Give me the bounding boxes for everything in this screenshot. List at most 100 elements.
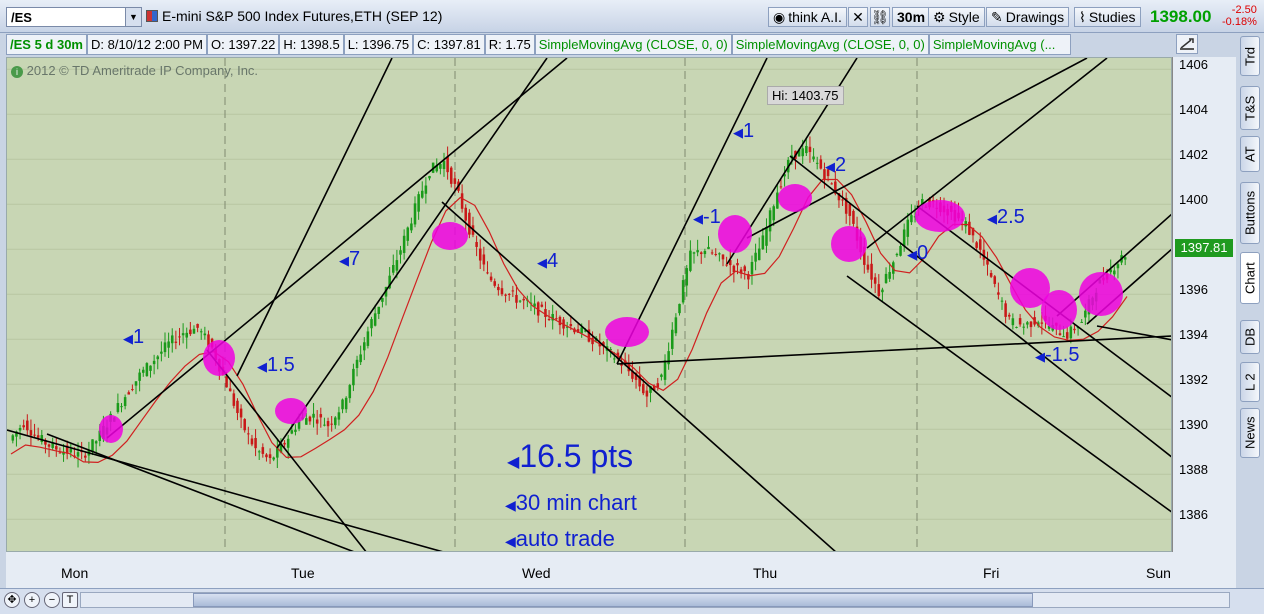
candle-body	[1000, 300, 1004, 302]
candle-body	[725, 264, 728, 266]
x-tick-label: Mon	[61, 565, 89, 581]
candle-body	[94, 441, 98, 444]
candle-body	[468, 212, 471, 235]
time-scrollbar[interactable]	[80, 592, 1230, 608]
price-axis[interactable]: 1406 1404 1402 1400 1398 1396 1394 1392 …	[1172, 57, 1236, 552]
zoom-in-icon[interactable]: +	[24, 592, 40, 608]
candle-body	[1123, 257, 1127, 260]
candle-body	[645, 390, 649, 397]
price-chart[interactable]: i 2012 © TD Ameritrade IP Company, Inc. …	[6, 57, 1172, 552]
style-label: Style	[948, 9, 980, 25]
think-ai-button[interactable]: ◉ think A.I.	[768, 7, 847, 27]
signal-marker	[432, 222, 468, 250]
candle-body	[424, 185, 428, 194]
candle-body	[272, 457, 275, 460]
tab-db[interactable]: DB	[1240, 320, 1260, 354]
candle-body	[138, 372, 141, 381]
candle-body	[718, 253, 721, 255]
x-tick-label: Sun	[1146, 565, 1171, 581]
drawings-button[interactable]: ✎ Drawings	[986, 7, 1070, 27]
candle-body	[127, 392, 131, 395]
candle-body	[247, 433, 250, 435]
x-tick-label: Fri	[983, 565, 1000, 581]
candle-body	[283, 442, 286, 445]
candle-body	[225, 376, 228, 388]
candle-body	[163, 342, 167, 353]
tab-buttons[interactable]: Buttons	[1240, 182, 1260, 244]
candle-body	[1073, 328, 1076, 331]
candle-body	[772, 206, 775, 221]
tab-chart[interactable]: Chart	[1240, 252, 1260, 304]
text-tool-icon[interactable]: T	[62, 592, 78, 608]
copyright-icon: i	[11, 66, 23, 78]
gear-icon: ⚙	[933, 8, 946, 25]
candle-body	[877, 284, 881, 297]
chart-settings-button[interactable]	[1176, 34, 1198, 54]
instrument-name: E-mini S&P 500 Index Futures,ETH (SEP 12…	[162, 8, 443, 24]
time-axis[interactable]: Mon Tue Wed Thu Fri Sun	[6, 552, 1236, 588]
tab-news[interactable]: News	[1240, 408, 1260, 458]
candle-body	[312, 413, 315, 418]
candle-body	[1084, 310, 1087, 318]
candle-body	[22, 425, 25, 428]
chart-canvas[interactable]	[7, 58, 1172, 552]
candle-body	[515, 295, 518, 303]
annotation-label: ◀2	[825, 154, 847, 176]
pan-icon[interactable]: ✥	[4, 592, 20, 608]
zoom-out-icon[interactable]: −	[44, 592, 60, 608]
candle-body	[544, 309, 547, 317]
candle-body	[511, 290, 515, 292]
study-label[interactable]: SimpleMovingAvg (CLOSE, 0, 0)	[731, 34, 929, 55]
studies-label: Studies	[1088, 9, 1136, 25]
candle-body	[460, 193, 464, 209]
candle-body	[870, 263, 873, 280]
candle-body	[522, 298, 525, 301]
link-tool-button[interactable]: ⛓	[870, 7, 890, 27]
candle-body	[442, 160, 446, 170]
candle-body	[801, 148, 804, 157]
trend-line	[846, 275, 1171, 513]
chevron-down-icon[interactable]: ▼	[125, 8, 141, 26]
candle-body	[975, 242, 978, 248]
study-label[interactable]: SimpleMovingAvg (CLOSE, 0, 0)	[534, 34, 732, 55]
scrollbar-thumb[interactable]	[193, 593, 1033, 607]
candle-body	[196, 323, 199, 328]
y-tick-label: 1402	[1179, 147, 1208, 162]
study-label[interactable]: SimpleMovingAvg (...	[928, 34, 1071, 55]
style-button[interactable]: ⚙ Style	[928, 7, 985, 27]
side-panel-tabs: Trd T&S AT Buttons Chart DB L 2 News	[1240, 36, 1260, 586]
candle-body	[808, 146, 812, 153]
studies-button[interactable]: ⌇ Studies	[1074, 7, 1141, 27]
candle-body	[305, 418, 308, 425]
candle-body	[149, 365, 152, 371]
candle-body	[257, 451, 261, 453]
tab-time-sales[interactable]: T&S	[1240, 86, 1260, 130]
signal-marker	[203, 340, 235, 376]
tab-level2[interactable]: L 2	[1240, 362, 1260, 402]
candle-body	[69, 449, 73, 453]
signal-marker	[99, 415, 123, 443]
signal-marker	[605, 317, 649, 347]
candle-body	[689, 250, 692, 271]
candle-body	[1026, 322, 1029, 325]
timeframe-button[interactable]: 30m	[892, 7, 931, 27]
candle-body	[478, 248, 482, 261]
candle-body	[47, 444, 51, 447]
tab-at[interactable]: AT	[1240, 136, 1260, 172]
candle-body	[141, 369, 145, 373]
symbol-period[interactable]: /ES 5 d 30m	[6, 34, 87, 55]
candle-body	[895, 253, 899, 256]
candle-body	[613, 358, 616, 360]
crosshair-tool-button[interactable]: ✕	[848, 7, 868, 27]
candle-body	[319, 414, 323, 418]
candle-body	[674, 317, 678, 334]
candle-body	[334, 417, 337, 426]
think-ai-label: think A.I.	[788, 9, 842, 25]
candle-body	[152, 360, 156, 365]
tab-trd[interactable]: Trd	[1240, 36, 1260, 76]
symbol-input[interactable]: /ES ▼	[6, 7, 142, 27]
candle-body	[743, 266, 747, 272]
signal-marker	[275, 398, 307, 424]
points-annotation: ◀16.5 pts	[507, 438, 634, 474]
candle-body	[547, 319, 551, 321]
